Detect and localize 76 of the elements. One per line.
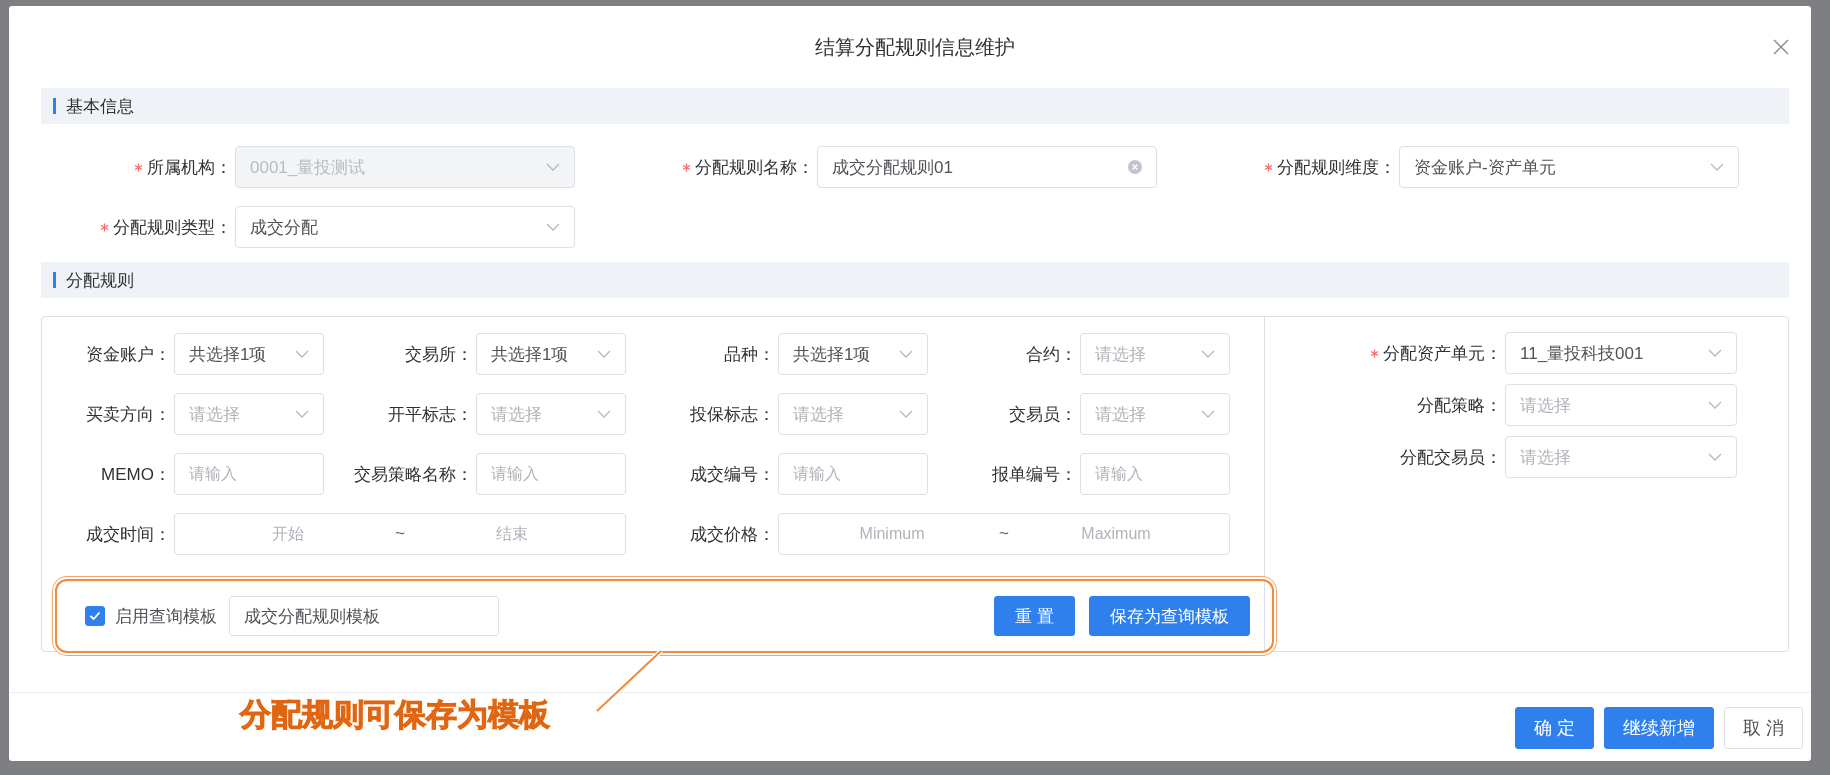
select-field[interactable]: 请选择 <box>174 393 324 435</box>
select-field[interactable]: 请选择 <box>476 393 626 435</box>
field-label: 合约： <box>1026 343 1077 366</box>
field-label: 分配策略： <box>1417 394 1502 417</box>
select-field[interactable]: 共选择1项 <box>476 333 626 375</box>
field-label: 分配规则类型： <box>113 216 232 239</box>
template-button[interactable]: 保存为查询模板 <box>1089 596 1250 636</box>
field-label: 分配规则维度： <box>1277 156 1396 179</box>
section-title: 基本信息 <box>66 95 134 118</box>
annotation-text: 分配规则可保存为模板 <box>240 696 550 734</box>
chevron-down-icon <box>899 410 913 418</box>
checkbox[interactable] <box>85 606 105 626</box>
range-end-input[interactable]: 结束 <box>412 525 611 543</box>
chevron-down-icon <box>1708 401 1722 409</box>
chevron-down-icon <box>295 350 309 358</box>
field-label: 成交编号： <box>690 463 775 486</box>
chevron-down-icon <box>1708 349 1722 357</box>
field-label: MEMO： <box>101 463 171 486</box>
select-field[interactable]: 资金账户-资产单元 <box>1399 146 1739 188</box>
select-field[interactable]: 请选择 <box>1505 384 1737 426</box>
range-separator: ~ <box>999 524 1009 544</box>
field-label: 分配交易员： <box>1400 446 1502 469</box>
template-button[interactable]: 重 置 <box>994 596 1075 636</box>
range-start-input[interactable]: Minimum <box>793 525 992 543</box>
chevron-down-icon <box>597 350 611 358</box>
field-label: 所属机构： <box>147 156 232 179</box>
dialog-button[interactable]: 取 消 <box>1724 707 1803 749</box>
chevron-down-icon <box>1201 350 1215 358</box>
input-field[interactable]: 成交分配规则01 <box>817 146 1157 188</box>
dialog-title: 结算分配规则信息维护 <box>815 34 1015 60</box>
select-field[interactable]: 请选择 <box>778 393 928 435</box>
section-title: 分配规则 <box>66 269 134 292</box>
input-field[interactable]: 请输入 <box>174 453 324 495</box>
range-end-input[interactable]: Maximum <box>1016 525 1215 543</box>
field-label: 报单编号： <box>992 463 1077 486</box>
select-field[interactable]: 共选择1项 <box>174 333 324 375</box>
field-label: 交易策略名称： <box>354 463 473 486</box>
select-field[interactable]: 共选择1项 <box>778 333 928 375</box>
checkbox-label: 启用查询模板 <box>115 605 217 628</box>
field-label: 交易员： <box>1009 403 1077 426</box>
range-separator: ~ <box>395 524 405 544</box>
chevron-down-icon <box>899 350 913 358</box>
select-field[interactable]: 请选择 <box>1080 393 1230 435</box>
select-field[interactable]: 成交分配 <box>235 206 575 248</box>
field-label: 成交价格： <box>690 523 775 546</box>
select-field[interactable]: 请选择 <box>1080 333 1230 375</box>
input-field[interactable]: 请输入 <box>778 453 928 495</box>
field-label: 成交时间： <box>86 523 171 546</box>
range-start-input[interactable]: 开始 <box>189 525 388 543</box>
field-label: 投保标志： <box>690 403 775 426</box>
field-label: 买卖方向： <box>86 403 171 426</box>
chevron-down-icon <box>295 410 309 418</box>
dialog-button[interactable]: 继续新增 <box>1604 707 1714 749</box>
dialog-button[interactable]: 确 定 <box>1514 707 1594 749</box>
select-field[interactable]: 11_量投科技001 <box>1505 332 1737 374</box>
check-icon <box>89 611 101 621</box>
chevron-down-icon <box>1201 410 1215 418</box>
input-field[interactable]: 请输入 <box>1080 453 1230 495</box>
input-field[interactable]: 成交分配规则模板 <box>229 596 499 636</box>
chevron-down-icon <box>546 163 560 171</box>
range-field[interactable]: 开始 ~ 结束 <box>174 513 626 555</box>
field-label: 资金账户： <box>86 343 171 366</box>
input-field[interactable]: 请输入 <box>476 453 626 495</box>
chevron-down-icon <box>1710 163 1724 171</box>
chevron-down-icon <box>546 223 560 231</box>
field-label: 交易所： <box>405 343 473 366</box>
chevron-down-icon <box>597 410 611 418</box>
chevron-down-icon <box>1708 453 1722 461</box>
field-label: 分配规则名称： <box>695 156 814 179</box>
select-field[interactable]: 请选择 <box>1505 436 1737 478</box>
field-label: 分配资产单元： <box>1383 342 1502 365</box>
field-label: 品种： <box>724 343 775 366</box>
field-label: 开平标志： <box>388 403 473 426</box>
clear-icon[interactable] <box>1128 160 1142 174</box>
close-icon[interactable] <box>1773 39 1789 55</box>
range-field[interactable]: Minimum ~ Maximum <box>778 513 1230 555</box>
